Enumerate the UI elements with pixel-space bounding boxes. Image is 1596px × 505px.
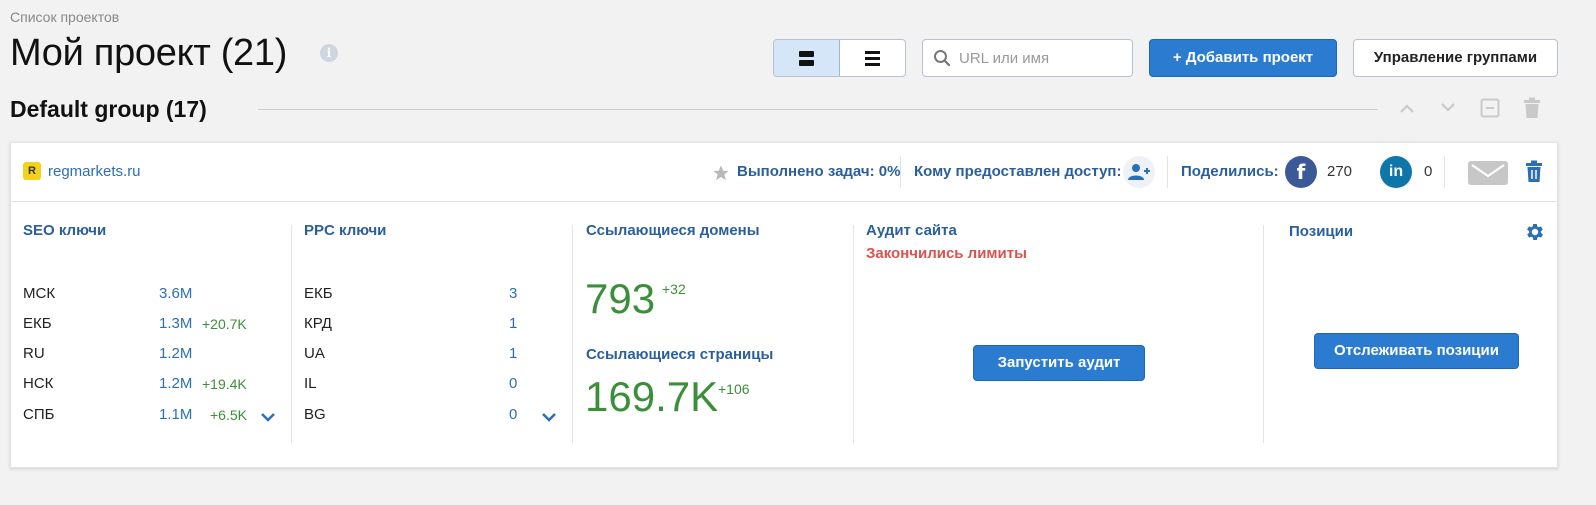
ppc-row-label: UA: [304, 345, 325, 362]
access-label: Кому предоставлен доступ:: [914, 163, 1122, 180]
run-audit-button[interactable]: Запустить аудит: [973, 345, 1145, 381]
site-link[interactable]: regmarkets.ru: [48, 163, 141, 180]
seo-row-delta: +20.7K: [202, 316, 247, 332]
mail-icon[interactable]: [1468, 161, 1508, 185]
chevron-down-icon: [1441, 103, 1455, 112]
linkedin-count: 0: [1424, 163, 1433, 180]
referring-domains-title[interactable]: Ссылающиеся домены: [586, 222, 760, 239]
ppc-row-label: IL: [304, 375, 317, 392]
ppc-expand-chevron-down-icon[interactable]: [541, 409, 557, 425]
column-separator: [1263, 225, 1264, 443]
seo-row-value[interactable]: 3.6M: [159, 285, 192, 302]
tasks-done[interactable]: Выполнено задач: 0%: [737, 163, 900, 180]
ppc-keywords-title[interactable]: PPC ключи: [304, 222, 386, 239]
seo-row-value[interactable]: 1.3M: [159, 315, 192, 332]
header-separator: [1444, 156, 1445, 188]
delete-group-button[interactable]: [1520, 96, 1544, 120]
search-input[interactable]: [959, 49, 1119, 67]
linkedin-icon[interactable]: in: [1380, 156, 1412, 188]
group-divider: [258, 109, 1378, 110]
view-toggle: [773, 39, 906, 77]
track-positions-button[interactable]: Отслеживать позиции: [1314, 333, 1519, 369]
seo-row-value[interactable]: 1.2M: [159, 345, 192, 362]
audit-limit-error: Закончились лимиты: [866, 245, 1027, 262]
facebook-count: 270: [1327, 163, 1353, 180]
search-box: [922, 39, 1133, 77]
list-icon: [865, 50, 880, 66]
tiles-icon: [799, 50, 814, 66]
referring-pages-value[interactable]: 169.7K: [585, 373, 718, 421]
site-audit-title[interactable]: Аудит сайта: [866, 222, 957, 239]
seo-expand-chevron-down-icon[interactable]: [260, 409, 276, 425]
ppc-row-value[interactable]: 0: [509, 375, 517, 392]
add-user-button[interactable]: [1123, 156, 1155, 188]
seo-row-label: НСК: [23, 375, 54, 392]
header-separator: [900, 156, 901, 188]
page-title: Мой проект (21): [10, 32, 288, 74]
column-separator: [572, 225, 573, 443]
positions-title[interactable]: Позиции: [1289, 223, 1353, 240]
seo-row-label: СПБ: [23, 406, 55, 423]
ppc-row-label: ЕКБ: [304, 285, 333, 302]
ppc-row-value[interactable]: 0: [509, 406, 517, 423]
ppc-row-label: КРД: [304, 315, 332, 332]
info-icon[interactable]: i: [320, 44, 338, 62]
seo-row-value[interactable]: 1.2M: [159, 375, 192, 392]
seo-keywords-title[interactable]: SEO ключи: [23, 222, 106, 239]
ppc-row-label: BG: [304, 406, 326, 423]
search-icon: [934, 50, 951, 67]
column-separator: [291, 225, 292, 443]
trash-icon: [1524, 97, 1540, 118]
ppc-row-value[interactable]: 1: [509, 315, 517, 332]
move-up-button[interactable]: [1395, 96, 1419, 120]
list-view-button[interactable]: [840, 40, 905, 76]
seo-row-delta: +6.5K: [210, 407, 247, 423]
star-icon[interactable]: [712, 164, 730, 182]
chevron-up-icon: [1400, 104, 1414, 113]
move-down-button[interactable]: [1436, 96, 1460, 120]
referring-pages-title[interactable]: Ссылающиеся страницы: [586, 346, 773, 363]
referring-domains-delta: +32: [662, 281, 686, 297]
breadcrumb[interactable]: Список проектов: [10, 9, 119, 25]
trash-icon[interactable]: [1525, 160, 1543, 183]
add-user-icon: [1128, 164, 1150, 180]
project-card: R regmarkets.ru Выполнено задач: 0% Кому…: [10, 142, 1558, 468]
ppc-row-value[interactable]: 1: [509, 345, 517, 362]
ppc-row-value[interactable]: 3: [509, 285, 517, 302]
collapse-button[interactable]: [1478, 96, 1502, 120]
facebook-icon[interactable]: f: [1285, 156, 1317, 188]
seo-row-label: МСК: [23, 285, 56, 302]
header-separator: [1167, 156, 1168, 188]
gear-icon[interactable]: [1524, 221, 1546, 243]
collapse-icon: [1480, 98, 1500, 118]
seo-row-delta: +19.4K: [202, 376, 247, 392]
site-favicon: R: [23, 162, 41, 180]
group-title: Default group (17): [10, 96, 207, 122]
seo-row-label: ЕКБ: [23, 315, 52, 332]
project-card-header: R regmarkets.ru Выполнено задач: 0% Кому…: [11, 143, 1557, 202]
referring-pages-delta: +106: [718, 381, 750, 397]
add-project-button[interactable]: + Добавить проект: [1149, 39, 1337, 77]
seo-row-label: RU: [23, 345, 45, 362]
column-separator: [853, 225, 854, 443]
tile-view-button[interactable]: [774, 40, 840, 76]
referring-domains-value[interactable]: 793: [585, 275, 655, 323]
manage-groups-button[interactable]: Управление группами: [1353, 39, 1558, 77]
seo-row-value[interactable]: 1.1M: [159, 406, 192, 423]
shared-label: Поделились:: [1181, 163, 1279, 180]
